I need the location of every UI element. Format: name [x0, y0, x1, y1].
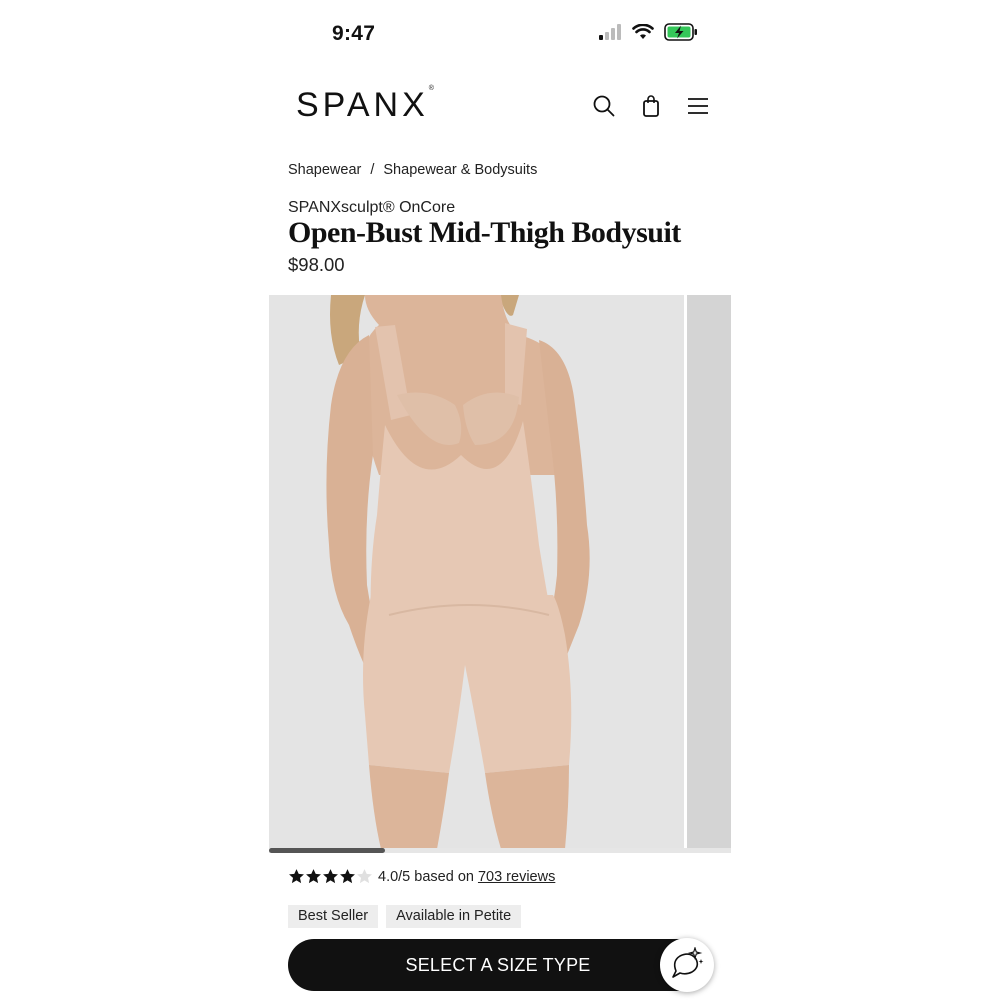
- hamburger-menu-icon[interactable]: [686, 94, 710, 118]
- shopping-bag-icon[interactable]: [639, 94, 663, 118]
- breadcrumb-shapewear-bodysuits[interactable]: Shapewear & Bodysuits: [383, 162, 537, 178]
- product-title: Open-Bust Mid-Thigh Bodysuit: [288, 216, 681, 249]
- product-image[interactable]: [269, 295, 684, 849]
- cellular-signal-icon: [598, 24, 622, 40]
- wifi-icon: [632, 24, 654, 40]
- rating-text: 4.0/5 based on: [378, 868, 474, 885]
- product-price: $98.00: [288, 254, 345, 275]
- breadcrumb-shapewear[interactable]: Shapewear: [288, 162, 361, 178]
- star-empty-icon: [357, 869, 372, 884]
- rating-summary: 4.0/5 based on 703 reviews: [288, 868, 555, 885]
- badge-available-petite: Available in Petite: [386, 905, 522, 928]
- star-filled-icon: [306, 869, 321, 884]
- badge-best-seller: Best Seller: [288, 905, 379, 928]
- product-subtitle: SPANXsculpt® OnCore: [288, 199, 456, 216]
- chat-sparkle-icon: [670, 945, 704, 984]
- search-icon[interactable]: [592, 94, 616, 118]
- breadcrumb: Shapewear / Shapewear & Bodysuits: [288, 162, 537, 178]
- ai-chat-assistant-button[interactable]: [660, 938, 714, 992]
- star-filled-icon: [323, 869, 338, 884]
- product-badges: Best Seller Available in Petite: [288, 905, 522, 928]
- breadcrumb-separator: /: [370, 162, 375, 178]
- spanx-logo[interactable]: SPANX®: [296, 85, 434, 125]
- gallery-progress-fill: [269, 848, 385, 853]
- reviews-link[interactable]: 703 reviews: [478, 869, 555, 885]
- battery-charging-icon: [664, 23, 698, 41]
- next-product-image[interactable]: [687, 295, 731, 849]
- star-rating: [288, 868, 373, 885]
- star-filled-icon: [340, 869, 355, 884]
- select-size-type-button[interactable]: SELECT A SIZE TYPE: [288, 939, 708, 991]
- star-filled-icon: [289, 869, 304, 884]
- product-image-gallery[interactable]: [269, 295, 731, 849]
- status-time: 9:47: [332, 22, 376, 45]
- status-icons: [598, 23, 698, 41]
